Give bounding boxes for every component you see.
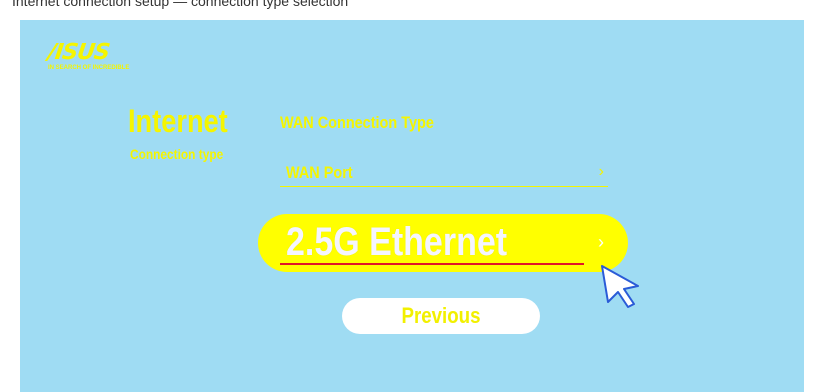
previous-button[interactable]: Previous bbox=[342, 298, 540, 334]
selection-underline bbox=[280, 263, 584, 265]
wan-port-option[interactable]: WAN Port › bbox=[280, 160, 608, 187]
asus-logo: /ISUS IN SEARCH OF INCREDIBLE bbox=[46, 40, 130, 72]
wan-connection-type-label: WAN Connection Type bbox=[280, 113, 434, 132]
section-subtitle: Connection type bbox=[130, 146, 224, 162]
chevron-right-icon: › bbox=[598, 232, 604, 252]
setup-panel: /ISUS IN SEARCH OF INCREDIBLE Internet C… bbox=[20, 20, 804, 392]
wan-port-label: WAN Port bbox=[286, 163, 353, 182]
top-caption: Internet connection setup — connection t… bbox=[12, 0, 349, 9]
section-title: Internet bbox=[128, 103, 228, 139]
chevron-right-icon: › bbox=[598, 163, 604, 180]
ethernet-2-5g-button[interactable]: 2.5G Ethernet › bbox=[258, 214, 628, 272]
logo-wordmark: /ISUS bbox=[46, 40, 111, 65]
previous-label: Previous bbox=[401, 303, 481, 328]
mouse-pointer-icon bbox=[601, 265, 639, 308]
ethernet-2-5g-label: 2.5G Ethernet bbox=[286, 220, 508, 264]
logo-tagline: IN SEARCH OF INCREDIBLE bbox=[48, 65, 130, 71]
